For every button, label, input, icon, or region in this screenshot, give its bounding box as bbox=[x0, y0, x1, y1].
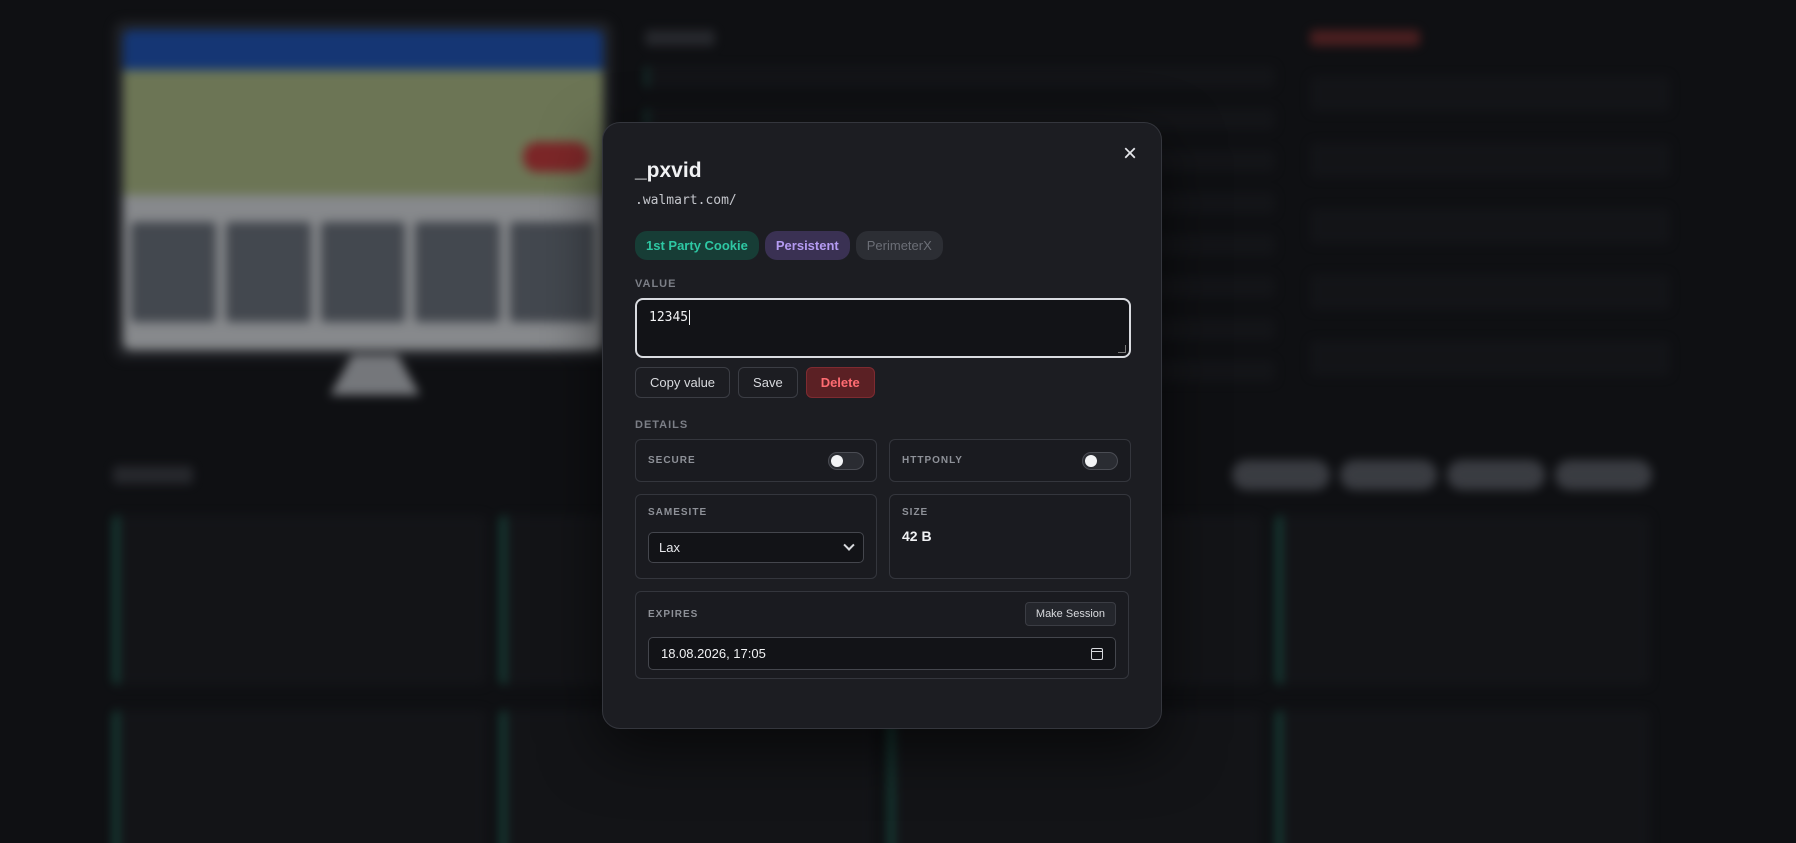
cookie-domain: .walmart.com/ bbox=[635, 193, 737, 208]
vendor-badge: PerimeterX bbox=[855, 231, 943, 260]
monitor-stand bbox=[330, 355, 420, 395]
secure-toggle[interactable] bbox=[828, 451, 864, 470]
httponly-toggle[interactable] bbox=[1082, 451, 1118, 470]
cookie-detail-modal: × _pxvid .walmart.com/ 1st Party Cookie … bbox=[602, 122, 1162, 729]
secure-field: SECURE bbox=[635, 439, 877, 482]
value-label: VALUE bbox=[635, 278, 677, 290]
calendar-icon[interactable] bbox=[1091, 647, 1103, 660]
chevron-down-icon bbox=[843, 539, 855, 551]
httponly-label: HTTPONLY bbox=[902, 455, 963, 466]
cookie-card bbox=[1276, 515, 1650, 685]
party-badge: 1st Party Cookie bbox=[635, 231, 759, 260]
secure-label: SECURE bbox=[648, 455, 696, 466]
value-textarea[interactable]: 12345 bbox=[635, 298, 1131, 358]
text-caret bbox=[689, 310, 691, 325]
resize-grip-icon[interactable] bbox=[1118, 345, 1126, 353]
samesite-value: Lax bbox=[659, 540, 680, 555]
badge-row: 1st Party Cookie Persistent PerimeterX bbox=[635, 231, 1129, 260]
copy-value-button[interactable]: Copy value bbox=[635, 367, 731, 398]
delete-button[interactable]: Delete bbox=[805, 367, 875, 398]
details-label: DETAILS bbox=[635, 419, 689, 431]
expires-field: EXPIRES Make Session 18.08.2026, 17:05 bbox=[635, 591, 1129, 679]
cookie-card bbox=[113, 515, 487, 685]
changes-panel bbox=[1310, 30, 1670, 410]
make-session-button[interactable]: Make Session bbox=[1024, 602, 1116, 626]
filter-pills bbox=[1232, 460, 1652, 490]
cookie-name: _pxvid bbox=[635, 159, 702, 182]
size-label: SIZE bbox=[902, 507, 929, 518]
persistent-badge: Persistent bbox=[764, 231, 850, 260]
value-actions: Copy value Save Delete bbox=[635, 367, 1129, 398]
samesite-select[interactable]: Lax bbox=[648, 532, 864, 563]
value-text: 12345 bbox=[649, 310, 689, 325]
website-preview bbox=[113, 20, 613, 360]
size-field: SIZE 42 B bbox=[889, 494, 1131, 579]
cookie-card bbox=[113, 710, 487, 843]
cookie-card bbox=[888, 710, 1262, 843]
cookie-card bbox=[1276, 710, 1650, 843]
expires-label: EXPIRES bbox=[648, 608, 699, 620]
grid-view-title bbox=[113, 466, 193, 484]
details-grid: SECURE HTTPONLY SAMESITE Lax SIZE 42 B bbox=[635, 439, 1131, 579]
expires-value: 18.08.2026, 17:05 bbox=[661, 646, 766, 661]
expires-date-input[interactable]: 18.08.2026, 17:05 bbox=[648, 637, 1116, 670]
samesite-field: SAMESITE Lax bbox=[635, 494, 877, 579]
samesite-label: SAMESITE bbox=[648, 507, 708, 518]
size-value: 42 B bbox=[902, 528, 932, 544]
close-icon[interactable]: × bbox=[1117, 141, 1143, 167]
save-button[interactable]: Save bbox=[738, 367, 798, 398]
httponly-field: HTTPONLY bbox=[889, 439, 1131, 482]
cookie-card bbox=[500, 710, 874, 843]
